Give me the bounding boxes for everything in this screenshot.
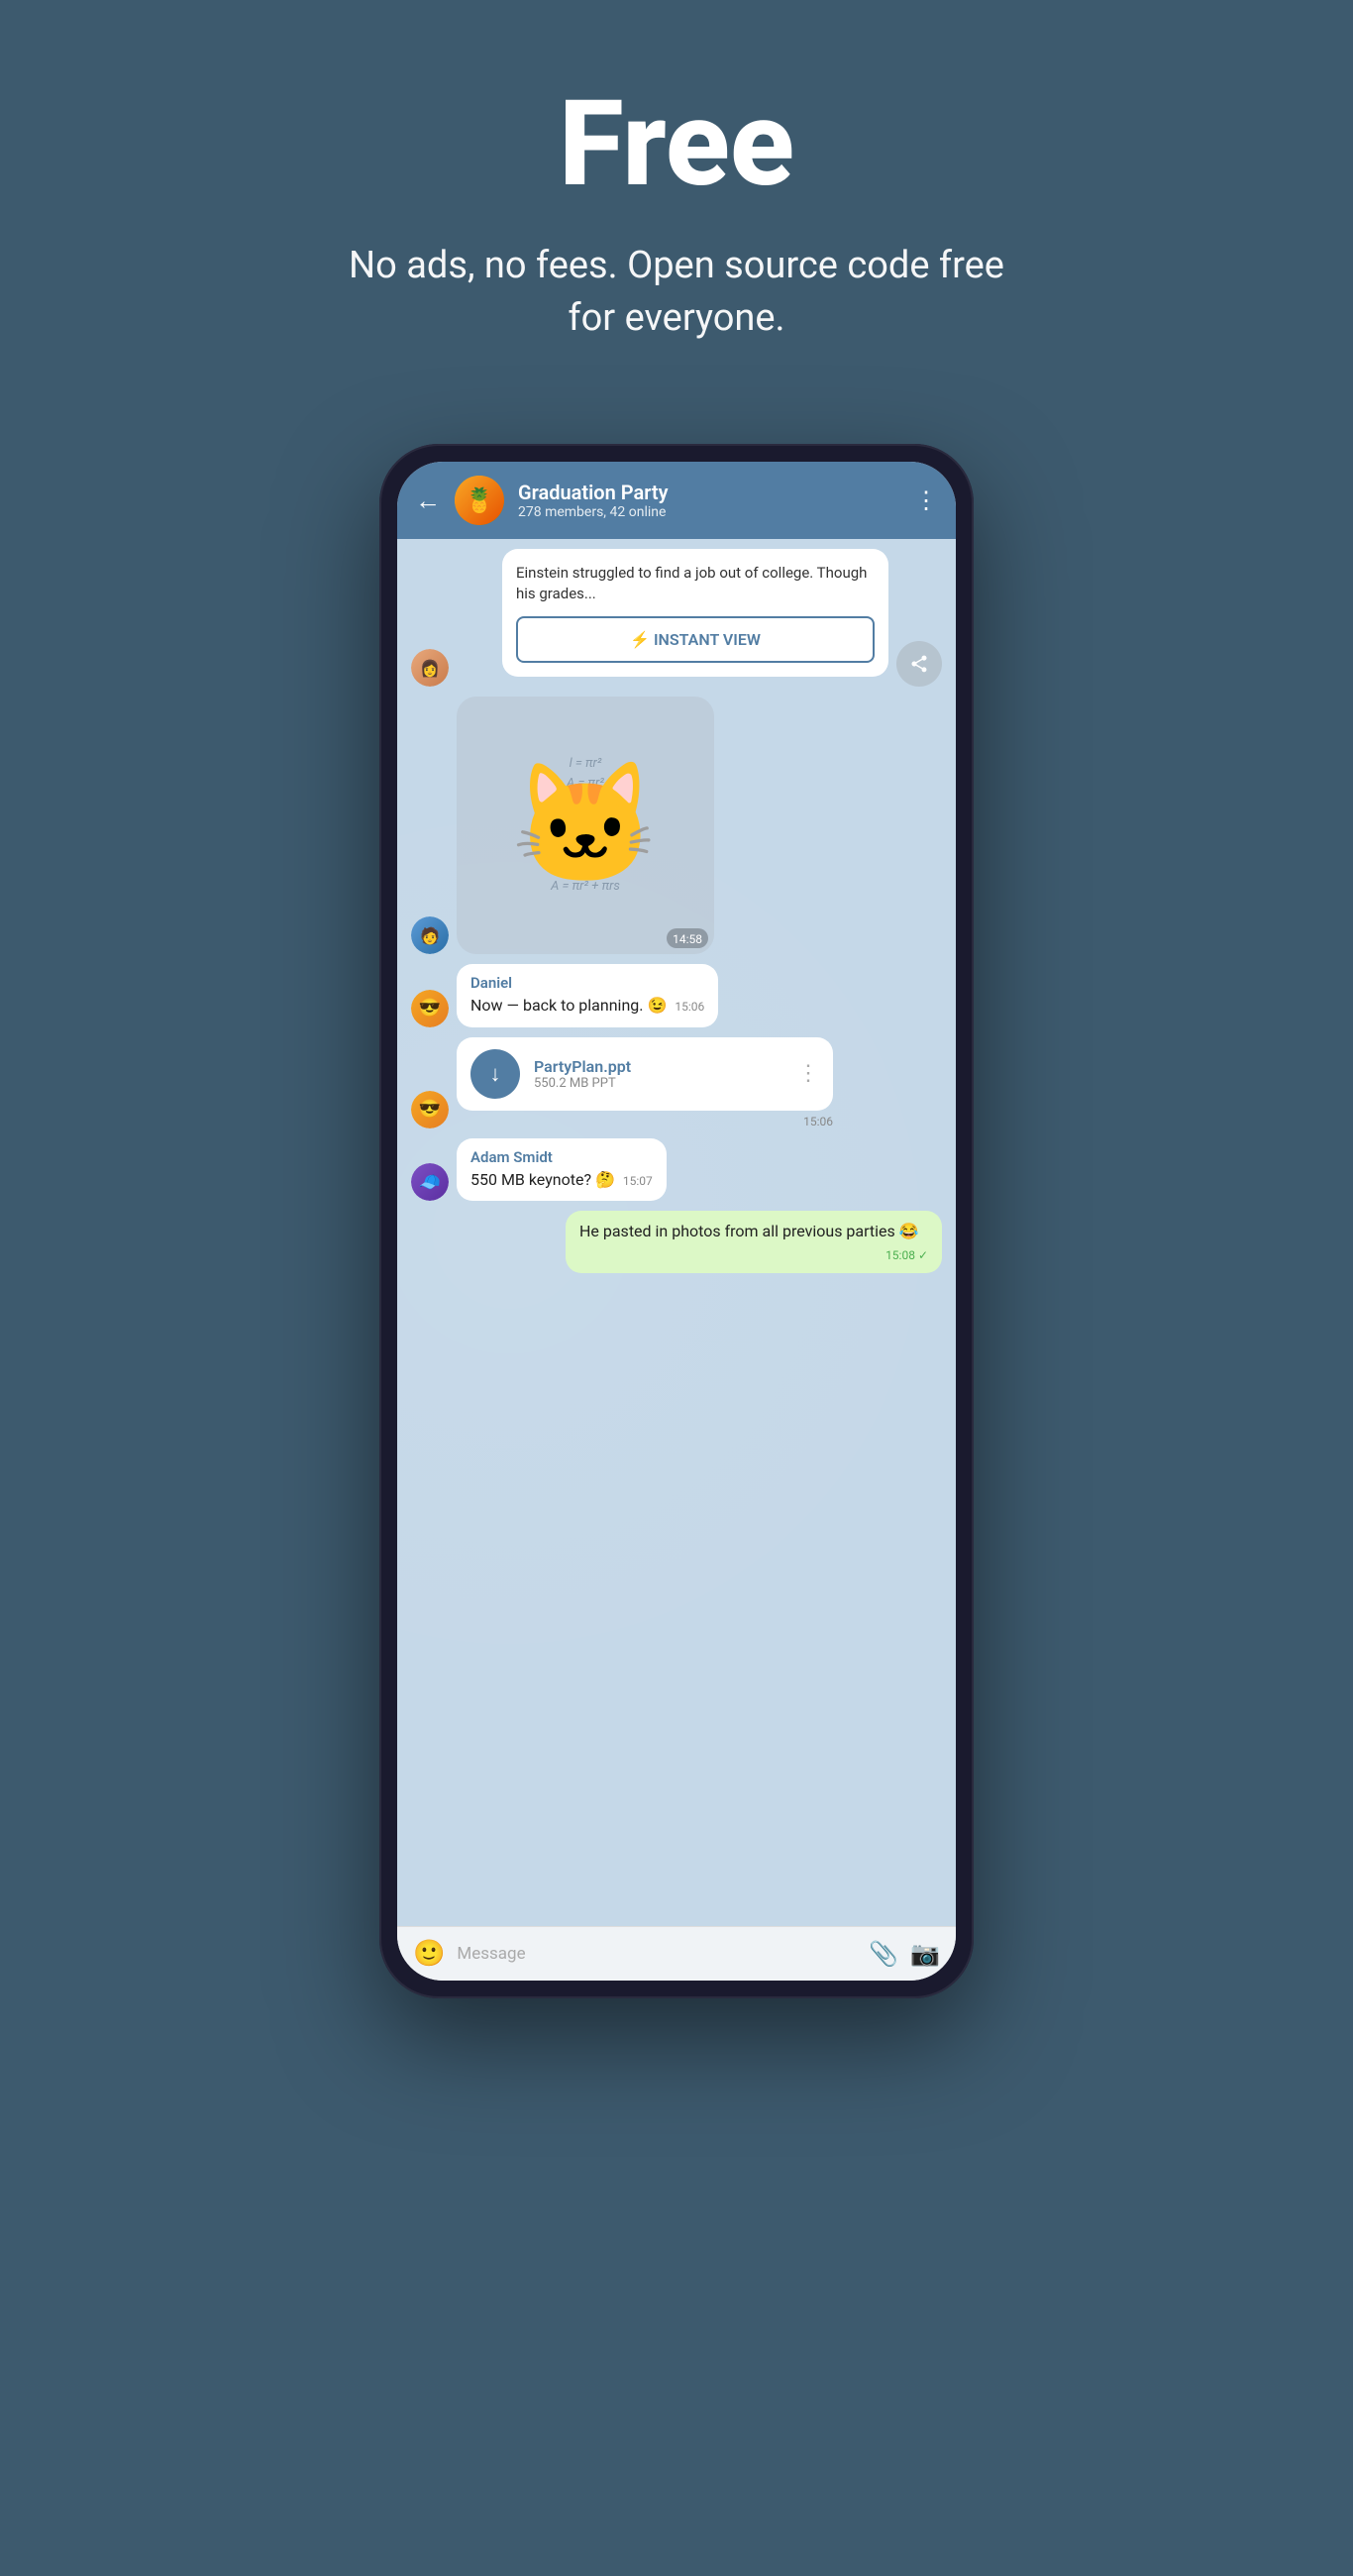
- file-name: PartyPlan.ppt: [534, 1057, 783, 1076]
- chat-header: ← 🍍 Graduation Party 278 members, 42 onl…: [397, 462, 956, 539]
- file-bubble: ↓ PartyPlan.ppt 550.2 MB PPT ⋮: [457, 1037, 833, 1111]
- outgoing-time: 15:08 ✓: [885, 1247, 928, 1264]
- sticker-container: l = πr² A = πr² V = l³ P = 2πr A = πr² s…: [457, 697, 714, 954]
- phone-inner: ← 🍍 Graduation Party 278 members, 42 onl…: [397, 462, 956, 1981]
- message-row-daniel-file: 😎 ↓ PartyPlan.ppt 550.2 MB PPT ⋮ 15:06: [411, 1037, 942, 1128]
- phone-outer: ← 🍍 Graduation Party 278 members, 42 onl…: [379, 444, 974, 1998]
- message-row-outgoing: He pasted in photos from all previous pa…: [411, 1211, 942, 1273]
- file-more-icon[interactable]: ⋮: [797, 1061, 819, 1086]
- hero-section: Free No ads, no fees. Open source code f…: [290, 0, 1063, 384]
- sticker-time: 14:58: [667, 928, 708, 948]
- daniel-text-bubble: Daniel Now — back to planning. 😉 15:06: [457, 964, 718, 1026]
- hero-title: Free: [330, 79, 1023, 210]
- adam-bubble: Adam Smidt 550 MB keynote? 🤔 15:07: [457, 1138, 667, 1201]
- group-avatar-img: 🍍: [455, 476, 504, 525]
- instant-view-label: ⚡ INSTANT VIEW: [630, 630, 761, 649]
- camera-button[interactable]: 📷: [910, 1940, 940, 1968]
- chat-info: Graduation Party 278 members, 42 online: [518, 481, 900, 520]
- group-members: 278 members, 42 online: [518, 504, 900, 520]
- file-time: 15:06: [457, 1115, 833, 1128]
- emoji-button[interactable]: 🙂: [413, 1939, 445, 1969]
- article-preview-text: Einstein struggled to find a job out of …: [516, 563, 875, 604]
- chat-body: 👩 Einstein struggled to find a job out o…: [397, 539, 956, 1926]
- file-bubble-wrapper: ↓ PartyPlan.ppt 550.2 MB PPT ⋮ 15:06: [457, 1037, 833, 1128]
- share-button[interactable]: [896, 641, 942, 687]
- file-info: PartyPlan.ppt 550.2 MB PPT: [534, 1057, 783, 1091]
- cat-sticker: 🐱: [511, 756, 659, 895]
- iv-card-wrapper: Einstein struggled to find a job out of …: [457, 549, 888, 687]
- adam-sender-name: Adam Smidt: [470, 1148, 653, 1166]
- file-size: 550.2 MB PPT: [534, 1076, 783, 1091]
- sticker-sender-avatar: 🧑: [411, 916, 449, 954]
- share-icon: [909, 654, 929, 674]
- adam-time: 15:07: [623, 1173, 653, 1190]
- daniel-file-avatar: 😎: [411, 1091, 449, 1128]
- checkmark-icon: ✓: [918, 1248, 928, 1262]
- iv-sender-avatar: 👩: [411, 649, 449, 687]
- adam-avatar: 🧢: [411, 1163, 449, 1201]
- group-avatar: 🍍: [455, 476, 504, 525]
- instant-view-card: Einstein struggled to find a job out of …: [502, 549, 888, 677]
- attach-button[interactable]: 📎: [869, 1940, 898, 1968]
- iv-message-row: 👩 Einstein struggled to find a job out o…: [411, 549, 942, 687]
- outgoing-text-content: He pasted in photos from all previous pa…: [579, 1221, 928, 1242]
- daniel-text-time: 15:06: [675, 999, 704, 1016]
- outgoing-bubble: He pasted in photos from all previous pa…: [566, 1211, 942, 1273]
- hero-subtitle: No ads, no fees. Open source code free f…: [330, 240, 1023, 345]
- message-row-adam: 🧢 Adam Smidt 550 MB keynote? 🤔 15:07: [411, 1138, 942, 1201]
- more-options-icon[interactable]: ⋮: [914, 486, 938, 514]
- daniel-sender-name: Daniel: [470, 974, 704, 992]
- back-button[interactable]: ←: [415, 485, 441, 516]
- daniel-text-content: Now — back to planning. 😉 15:06: [470, 995, 704, 1017]
- chat-input-bar: 🙂 Message 📎 📷: [397, 1926, 956, 1981]
- adam-text-content: 550 MB keynote? 🤔 15:07: [470, 1169, 653, 1191]
- sticker-row: 🧑 l = πr² A = πr² V = l³ P = 2πr A = πr²: [411, 697, 942, 954]
- sticker-box: l = πr² A = πr² V = l³ P = 2πr A = πr² s…: [457, 697, 714, 954]
- download-button[interactable]: ↓: [470, 1049, 520, 1099]
- group-name: Graduation Party: [518, 481, 900, 504]
- instant-view-button[interactable]: ⚡ INSTANT VIEW: [516, 616, 875, 663]
- phone-mockup: ← 🍍 Graduation Party 278 members, 42 onl…: [379, 444, 974, 1998]
- daniel-avatar: 😎: [411, 990, 449, 1027]
- message-input[interactable]: Message: [457, 1944, 857, 1964]
- message-row-daniel-text: 😎 Daniel Now — back to planning. 😉 15:06: [411, 964, 942, 1026]
